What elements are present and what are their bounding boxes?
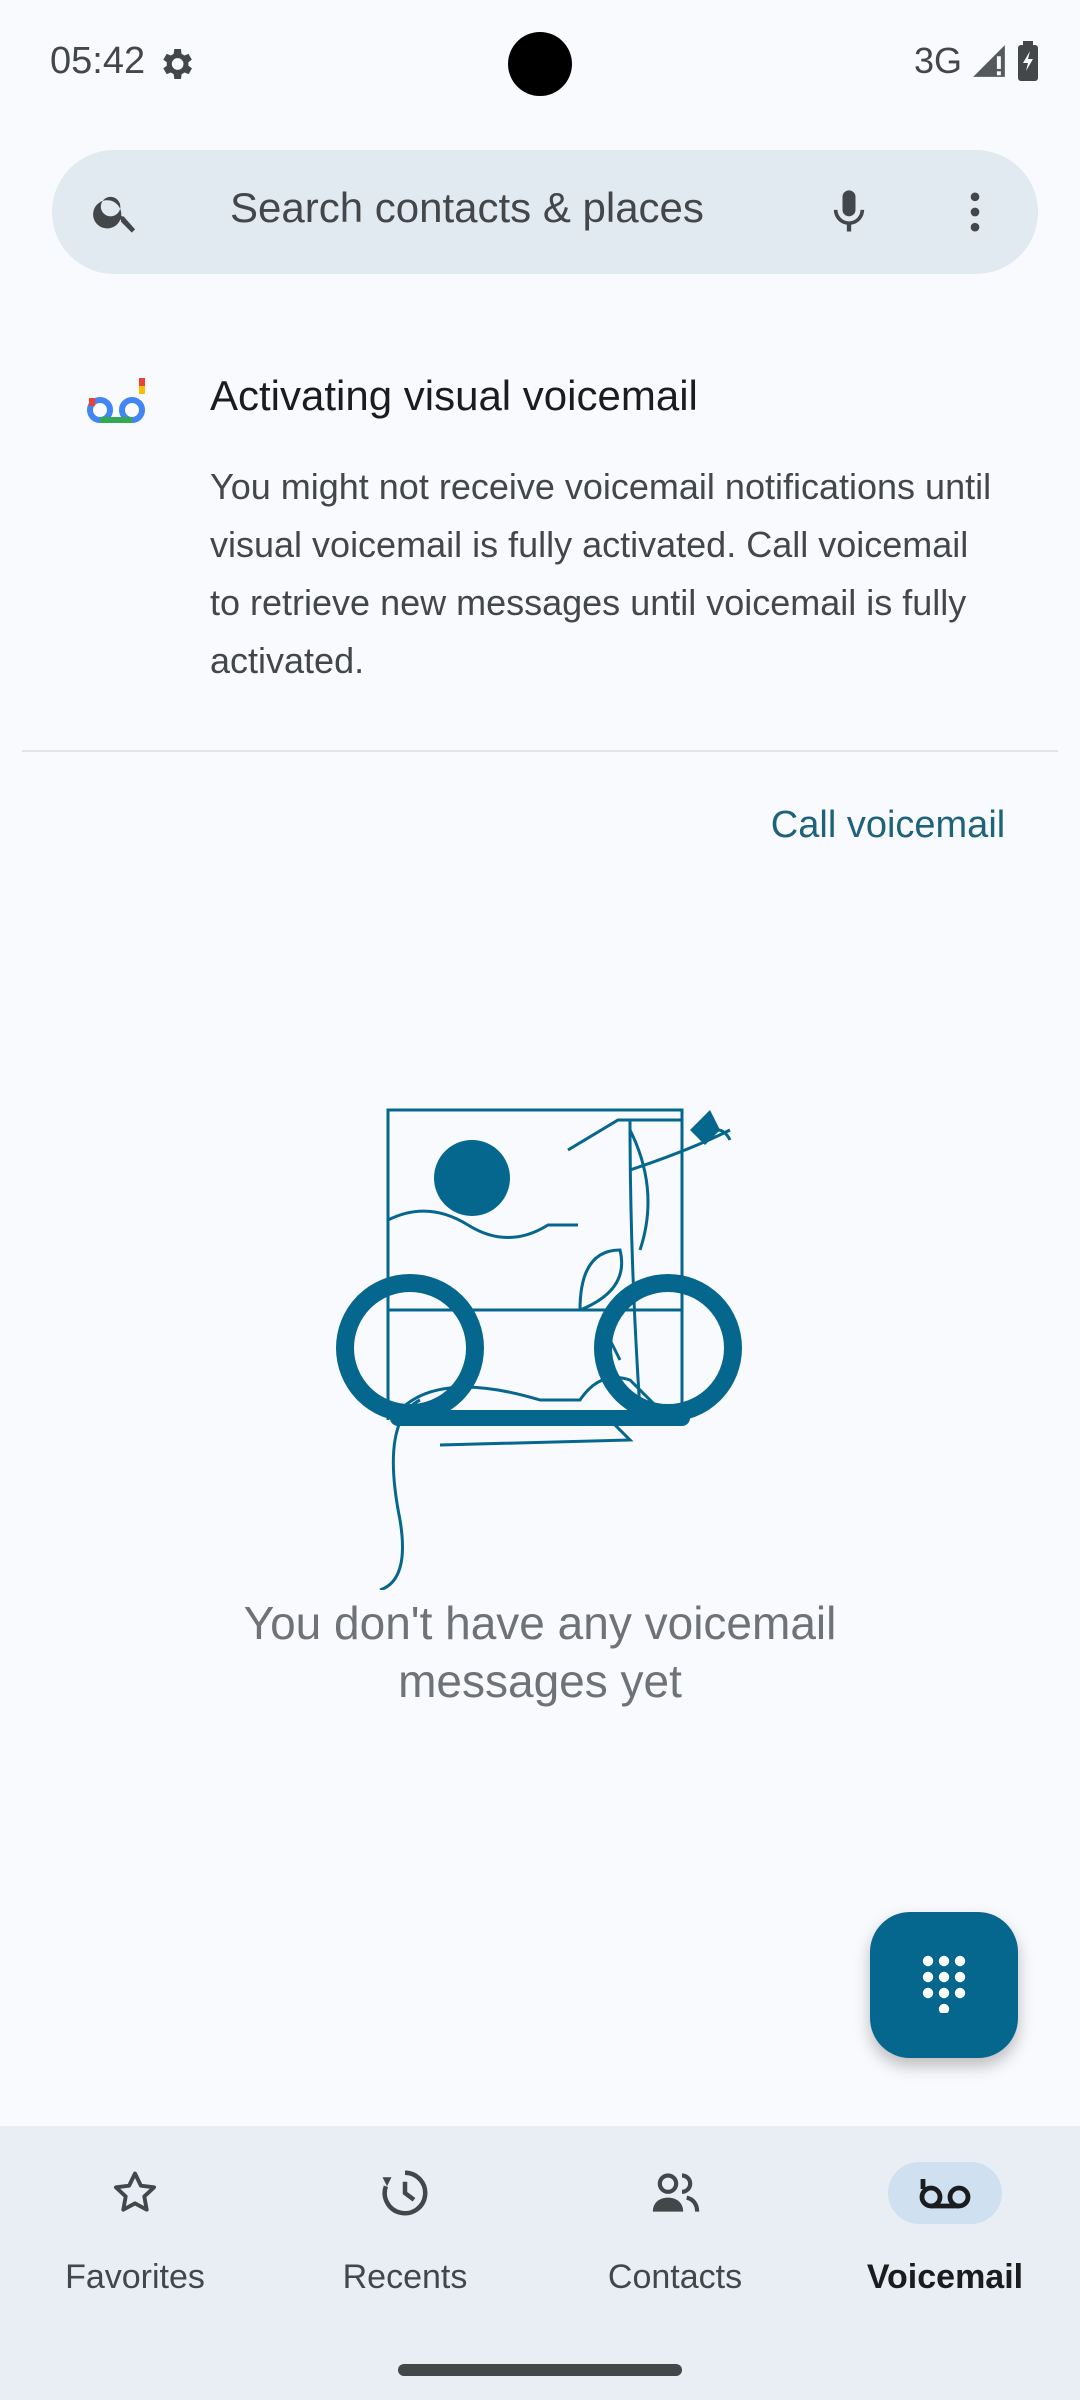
search-bar[interactable]: Search contacts & places <box>52 150 1038 274</box>
nav-item-favorites[interactable]: Favorites <box>0 2126 270 2336</box>
card-body: You might not receive voicemail notifica… <box>210 466 992 681</box>
voicemail-icon <box>888 2162 1002 2224</box>
nav-label: Favorites <box>65 2258 205 2296</box>
bottom-navigation: Favorites Recents Contacts Voicemail <box>0 2126 1080 2336</box>
more-vert-icon[interactable] <box>912 150 1038 274</box>
gesture-navigation-area <box>0 2336 1080 2400</box>
nav-item-voicemail[interactable]: Voicemail <box>810 2126 1080 2336</box>
mic-icon[interactable] <box>786 150 912 274</box>
network-type: 3G <box>913 40 962 81</box>
search-icon[interactable] <box>52 150 180 274</box>
nav-item-recents[interactable]: Recents <box>270 2126 540 2336</box>
signal-icon <box>970 42 1008 80</box>
nav-label: Contacts <box>607 2258 743 2296</box>
empty-state-message: You don't have any voicemail messages ye… <box>243 1597 837 1707</box>
status-bar: 05:42 3G <box>0 0 1080 128</box>
voicemail-logo-icon <box>84 370 148 434</box>
gear-icon <box>156 44 196 84</box>
dialpad-icon <box>920 1953 968 2018</box>
cat-on-window-illustration <box>250 1010 830 1592</box>
nav-item-contacts[interactable]: Contacts <box>540 2126 810 2336</box>
search-area: Search contacts & places <box>0 128 1080 294</box>
contacts-icon <box>618 2162 732 2224</box>
voicemail-activation-card: Activating visual voicemail You might no… <box>22 308 1058 898</box>
call-voicemail-button[interactable]: Call voicemail <box>748 762 1028 888</box>
nav-label: Recents <box>342 2258 468 2296</box>
dialpad-button[interactable] <box>870 1912 1018 2058</box>
clock-icon <box>348 2162 462 2224</box>
battery-icon <box>1016 41 1040 81</box>
status-indicators: 3G <box>914 40 1040 82</box>
gesture-handle[interactable] <box>398 2364 682 2376</box>
card-divider <box>22 750 1058 752</box>
card-title: Activating visual voicemail <box>210 372 698 419</box>
star-icon <box>78 2162 192 2224</box>
nav-label: Voicemail <box>866 2258 1024 2296</box>
search-input[interactable]: Search contacts & places <box>230 184 704 232</box>
camera-cutout <box>508 32 572 96</box>
status-time: 05:42 <box>50 40 146 82</box>
